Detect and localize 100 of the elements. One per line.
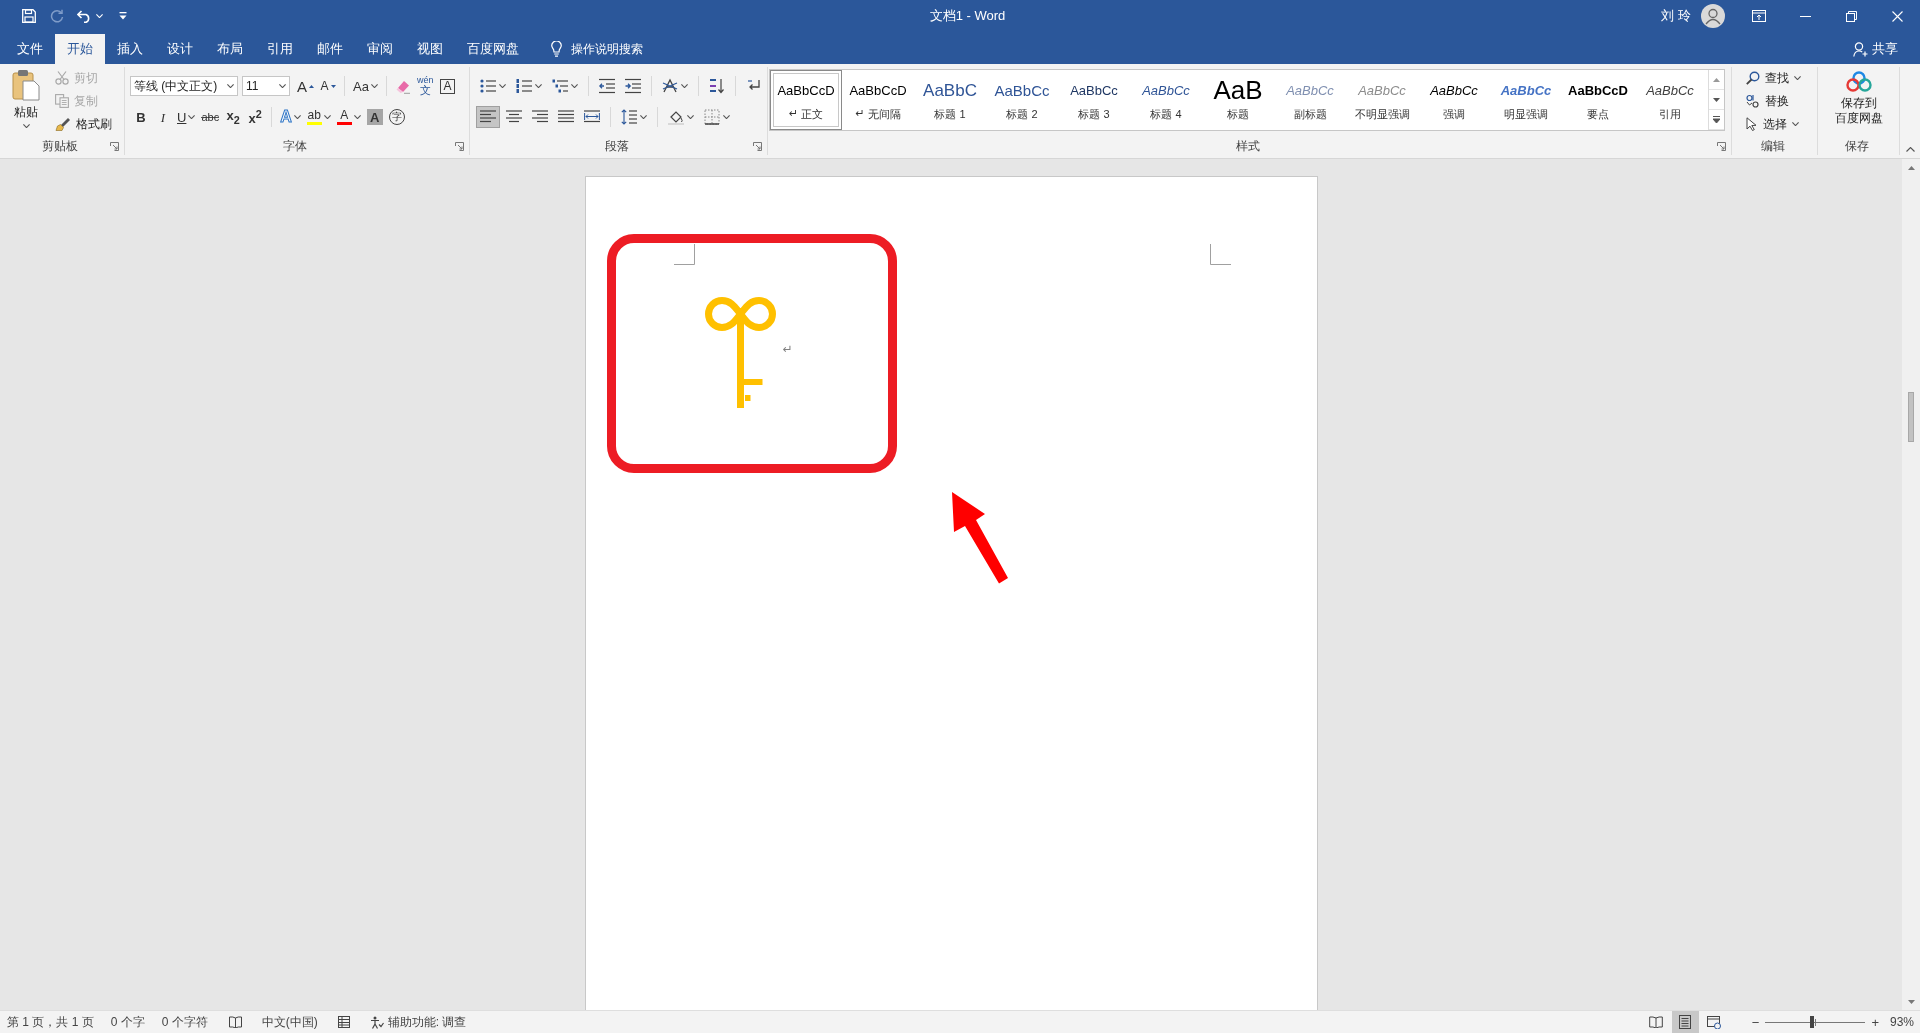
ribbon-tab[interactable]: 布局 xyxy=(205,34,255,64)
caret-icon xyxy=(353,115,361,119)
find-button[interactable]: 查找 xyxy=(1742,67,1805,89)
zoom-slider-thumb[interactable] xyxy=(1810,1016,1815,1028)
eraser-icon xyxy=(394,78,411,94)
align-left-icon xyxy=(480,109,496,125)
caret-icon xyxy=(1794,76,1801,80)
caret-icon xyxy=(681,84,688,88)
search-icon xyxy=(1746,71,1760,85)
dialog-launcher-button[interactable] xyxy=(1715,140,1727,152)
increase-indent-icon xyxy=(625,78,641,94)
format-painter-button[interactable]: 格式刷 xyxy=(51,113,116,135)
group-label: 剪贴板 xyxy=(42,137,78,155)
cursor-arrow-icon xyxy=(1746,117,1758,131)
ribbon-tab[interactable]: 引用 xyxy=(255,34,305,64)
caret-icon xyxy=(687,115,694,119)
word-count: 0 个字 xyxy=(110,1013,145,1031)
rings-icon xyxy=(1846,71,1872,93)
zoom-in-button[interactable]: + xyxy=(1868,1012,1882,1032)
book-icon xyxy=(1649,1016,1664,1028)
table-icon xyxy=(337,1016,350,1028)
ribbon-tab[interactable]: 插入 xyxy=(105,34,155,64)
grow-font-button[interactable]: A xyxy=(295,75,316,97)
replace-button[interactable]: 替换 xyxy=(1742,90,1805,112)
save-icon xyxy=(22,9,36,23)
zoom-out-button[interactable]: − xyxy=(1748,1012,1763,1032)
caret-icon xyxy=(535,84,542,88)
multilevel-list-icon xyxy=(552,78,568,94)
dialog-launcher-button[interactable] xyxy=(453,140,465,152)
tell-me-search[interactable]: 操作说明搜索 xyxy=(543,34,651,64)
small-triangle-up-icon xyxy=(309,84,314,88)
superscript-button[interactable]: x$^{2}$ xyxy=(245,106,266,128)
character-shading-button[interactable]: A xyxy=(364,106,385,128)
dialog-launcher-icon xyxy=(109,141,119,151)
zoom-level[interactable]: 93% xyxy=(1881,1012,1920,1032)
font-name-field[interactable]: 等线 (中文正文) xyxy=(130,76,238,96)
justify-icon xyxy=(558,109,574,125)
character-count: 0 个字符 xyxy=(161,1013,208,1031)
scrollbar-thumb[interactable] xyxy=(1908,392,1914,442)
caret-icon xyxy=(22,124,30,128)
redo-icon xyxy=(50,9,64,23)
restore-icon xyxy=(1845,10,1857,22)
customize-menu-icon xyxy=(119,12,127,20)
ribbon-tab[interactable]: 百度网盘 xyxy=(455,34,531,64)
group-label: 字体 xyxy=(283,137,307,155)
ribbon-tab[interactable]: 文件 xyxy=(5,34,55,64)
save-to-cloud-button[interactable]: 保存到 百度网盘 xyxy=(1823,67,1895,137)
more-icon xyxy=(1713,116,1720,123)
scissors-icon xyxy=(55,71,69,85)
dialog-launcher-button[interactable] xyxy=(751,140,763,152)
caret-icon xyxy=(96,14,103,18)
avatar-icon xyxy=(1701,4,1725,28)
page-count: 第 1 页，共 1 页 xyxy=(7,1013,94,1031)
ribbon-tab[interactable]: 邮件 xyxy=(305,34,355,64)
highlight-button[interactable]: ab xyxy=(304,106,333,128)
italic-button[interactable]: I xyxy=(153,106,173,128)
font-color-button[interactable]: A xyxy=(334,106,363,128)
shrink-font-button[interactable]: A xyxy=(318,75,338,97)
caret-icon xyxy=(323,115,331,119)
phonetic-guide-button[interactable]: wén 文 xyxy=(414,75,436,97)
triangle-down-icon xyxy=(1713,97,1720,102)
align-center-icon xyxy=(506,109,522,125)
subscript-button[interactable]: x$_{2}$ xyxy=(223,106,244,128)
triangle-up-icon xyxy=(1713,77,1720,82)
line-spacing-icon xyxy=(621,109,637,125)
caret-icon xyxy=(1792,122,1799,126)
paragraph-mark: ↵ xyxy=(782,343,793,355)
page-layout-icon xyxy=(1679,1015,1692,1029)
caret-icon xyxy=(499,84,506,88)
caret-up-icon xyxy=(1905,146,1915,152)
change-case-button[interactable]: Aa xyxy=(351,75,380,97)
underline-button[interactable]: U xyxy=(175,106,198,128)
close-icon xyxy=(1891,10,1903,22)
language-button[interactable]: 中文(中国) xyxy=(257,1012,322,1032)
accessibility-button[interactable]: 辅助功能: 调查 xyxy=(365,1012,471,1032)
copy-icon xyxy=(55,94,69,108)
caret-icon xyxy=(723,115,730,119)
align-left-button[interactable] xyxy=(476,106,500,128)
sort-icon xyxy=(709,78,725,94)
paste-button[interactable]: 粘贴 xyxy=(5,69,47,137)
ribbon-display-icon xyxy=(1752,10,1766,22)
ribbon-tab[interactable]: 审阅 xyxy=(355,34,405,64)
font-size-field[interactable]: 11 xyxy=(242,76,290,96)
share-button[interactable]: 共享 xyxy=(1847,34,1904,64)
style-gallery-item[interactable]: AaBbCcD ↵ 正文 xyxy=(770,70,842,130)
border-grid-icon xyxy=(704,109,720,125)
book-icon xyxy=(228,1016,242,1028)
ribbon-tab[interactable]: 开始 xyxy=(55,34,105,64)
dialog-launcher-button[interactable] xyxy=(108,140,120,152)
ribbon-tab[interactable]: 设计 xyxy=(155,34,205,64)
numbered-list-icon xyxy=(516,78,532,94)
ribbon-tab[interactable]: 视图 xyxy=(405,34,455,64)
collapse-ribbon-button[interactable] xyxy=(1904,144,1916,154)
paint-bucket-icon xyxy=(668,109,684,125)
bold-button[interactable]: B xyxy=(131,106,151,128)
select-button[interactable]: 选择 xyxy=(1742,113,1805,135)
print-layout-button[interactable] xyxy=(1671,1011,1699,1033)
window-title: 文档1 - Word xyxy=(929,7,1006,25)
web-layout-icon xyxy=(1707,1015,1722,1029)
corner-mark-icon xyxy=(673,244,695,265)
